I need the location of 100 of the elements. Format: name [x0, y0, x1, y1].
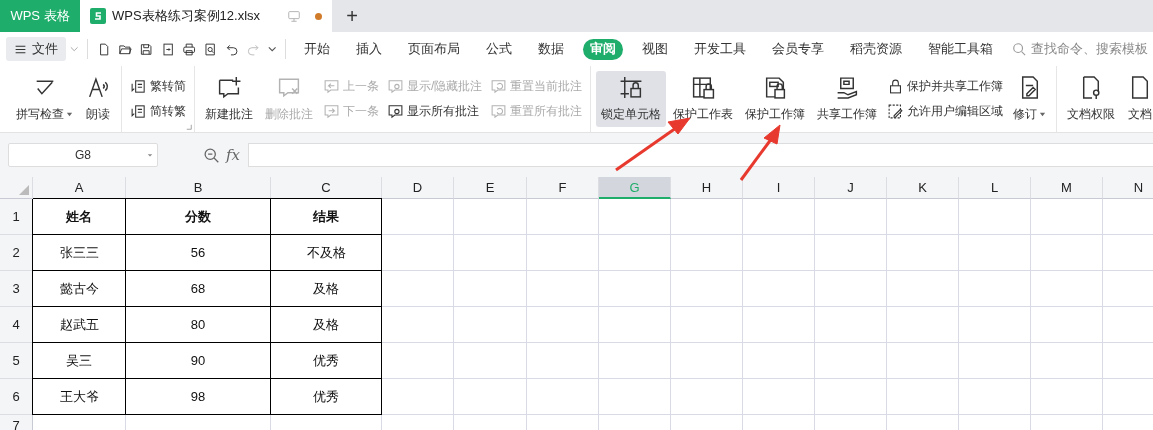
empty-cell[interactable] — [454, 343, 527, 379]
ribbon-button[interactable]: 朗读 — [80, 71, 116, 127]
empty-cell[interactable] — [743, 343, 815, 379]
function-label[interactable]: fx — [226, 146, 240, 164]
empty-cell[interactable] — [671, 307, 743, 343]
empty-cell[interactable] — [671, 343, 743, 379]
menu-tab[interactable]: 公式 — [479, 38, 520, 60]
new-tab-button[interactable]: + — [334, 0, 370, 32]
empty-cell[interactable] — [815, 379, 887, 415]
row-header[interactable]: 4 — [0, 307, 33, 343]
empty-cell[interactable] — [382, 379, 454, 415]
column-header[interactable]: H — [671, 177, 743, 199]
row-header[interactable]: 6 — [0, 379, 33, 415]
empty-cell[interactable] — [382, 307, 454, 343]
ribbon-button[interactable]: 显示所有批注 — [387, 101, 483, 122]
export-icon[interactable] — [160, 40, 175, 58]
empty-cell[interactable] — [959, 307, 1031, 343]
ribbon-button[interactable]: 修订 — [1008, 71, 1052, 127]
menu-tab[interactable]: 开始 — [297, 38, 338, 60]
empty-cell[interactable] — [959, 379, 1031, 415]
document-tab[interactable]: WPS表格练习案例12.xlsx — [80, 0, 332, 32]
empty-cell[interactable] — [887, 307, 959, 343]
menu-tab[interactable]: 会员专享 — [765, 38, 832, 60]
empty-cell[interactable] — [959, 235, 1031, 271]
formula-input[interactable] — [248, 143, 1153, 167]
empty-cell[interactable] — [887, 271, 959, 307]
column-header[interactable]: M — [1031, 177, 1103, 199]
empty-cell[interactable] — [815, 307, 887, 343]
menu-tab[interactable]: 视图 — [635, 38, 676, 60]
empty-cell[interactable] — [599, 199, 671, 235]
empty-cell[interactable] — [815, 271, 887, 307]
column-header[interactable]: L — [959, 177, 1031, 199]
column-header[interactable]: N — [1103, 177, 1153, 199]
ribbon-button[interactable]: 文档权限 — [1062, 71, 1121, 127]
empty-cell[interactable] — [1031, 343, 1103, 379]
ribbon-button[interactable]: 简转繁 — [130, 101, 186, 122]
menu-tab[interactable]: 稻壳资源 — [843, 38, 910, 60]
empty-cell[interactable] — [959, 343, 1031, 379]
empty-cell[interactable] — [671, 235, 743, 271]
empty-cell[interactable] — [454, 271, 527, 307]
column-header[interactable]: J — [815, 177, 887, 199]
empty-cell[interactable] — [454, 379, 527, 415]
ribbon-button[interactable]: 文档 — [1122, 71, 1153, 127]
empty-cell[interactable] — [454, 307, 527, 343]
empty-cell[interactable] — [743, 379, 815, 415]
empty-cell[interactable] — [382, 235, 454, 271]
empty-cell[interactable] — [527, 307, 599, 343]
empty-cell[interactable] — [815, 199, 887, 235]
empty-cell[interactable] — [382, 271, 454, 307]
menu-tab[interactable]: 页面布局 — [401, 38, 468, 60]
file-menu-button[interactable]: 文件 — [6, 37, 66, 61]
column-header[interactable]: B — [126, 177, 271, 199]
empty-cell[interactable] — [527, 271, 599, 307]
empty-cell[interactable] — [887, 235, 959, 271]
row-header[interactable]: 1 — [0, 199, 33, 235]
zoom-out-icon[interactable] — [203, 146, 220, 164]
dialog-launcher-icon[interactable] — [186, 124, 192, 130]
ribbon-button[interactable]: 新建批注 — [200, 71, 258, 127]
empty-cell[interactable] — [1031, 271, 1103, 307]
empty-cell[interactable] — [743, 307, 815, 343]
empty-cell[interactable] — [454, 199, 527, 235]
name-box[interactable]: G8 — [8, 143, 158, 167]
empty-cell[interactable] — [527, 199, 599, 235]
ribbon-button[interactable]: 锁定单元格 — [596, 71, 667, 127]
empty-cell[interactable] — [743, 235, 815, 271]
empty-cell[interactable] — [671, 199, 743, 235]
column-header[interactable]: I — [743, 177, 815, 199]
print-icon[interactable] — [182, 40, 197, 58]
ribbon-button[interactable]: 拼写检查 — [11, 71, 78, 127]
empty-cell[interactable] — [671, 379, 743, 415]
ribbon-button[interactable]: 繁转简 — [130, 76, 186, 97]
empty-cell[interactable] — [1031, 199, 1103, 235]
ribbon-button[interactable]: 允许用户编辑区域 — [887, 101, 1004, 122]
empty-cell[interactable] — [527, 379, 599, 415]
row-header[interactable]: 5 — [0, 343, 33, 379]
menu-tab[interactable]: 开发工具 — [687, 38, 754, 60]
empty-cell[interactable] — [815, 343, 887, 379]
menu-tab[interactable]: 插入 — [349, 38, 390, 60]
empty-cell[interactable] — [527, 235, 599, 271]
column-header[interactable]: A — [33, 177, 126, 199]
print-preview-icon[interactable] — [203, 40, 218, 58]
empty-cell[interactable] — [887, 343, 959, 379]
column-header[interactable]: D — [382, 177, 454, 199]
empty-cell[interactable] — [599, 379, 671, 415]
ribbon-button[interactable]: 共享工作簿 — [812, 71, 883, 127]
column-header[interactable]: C — [271, 177, 382, 199]
menu-tab[interactable]: 智能工具箱 — [921, 38, 1001, 60]
empty-cell[interactable] — [599, 271, 671, 307]
column-header[interactable]: K — [887, 177, 959, 199]
empty-cell[interactable] — [743, 199, 815, 235]
empty-cell[interactable] — [815, 235, 887, 271]
empty-cell[interactable] — [959, 271, 1031, 307]
empty-cell[interactable] — [454, 235, 527, 271]
menu-tab[interactable]: 数据 — [531, 38, 572, 60]
empty-cell[interactable] — [743, 271, 815, 307]
row-header[interactable]: 2 — [0, 235, 33, 271]
empty-cell[interactable] — [382, 343, 454, 379]
empty-cell[interactable] — [599, 307, 671, 343]
row-header[interactable]: 7 — [0, 415, 33, 430]
ribbon-button[interactable]: 保护工作簿 — [740, 71, 811, 127]
